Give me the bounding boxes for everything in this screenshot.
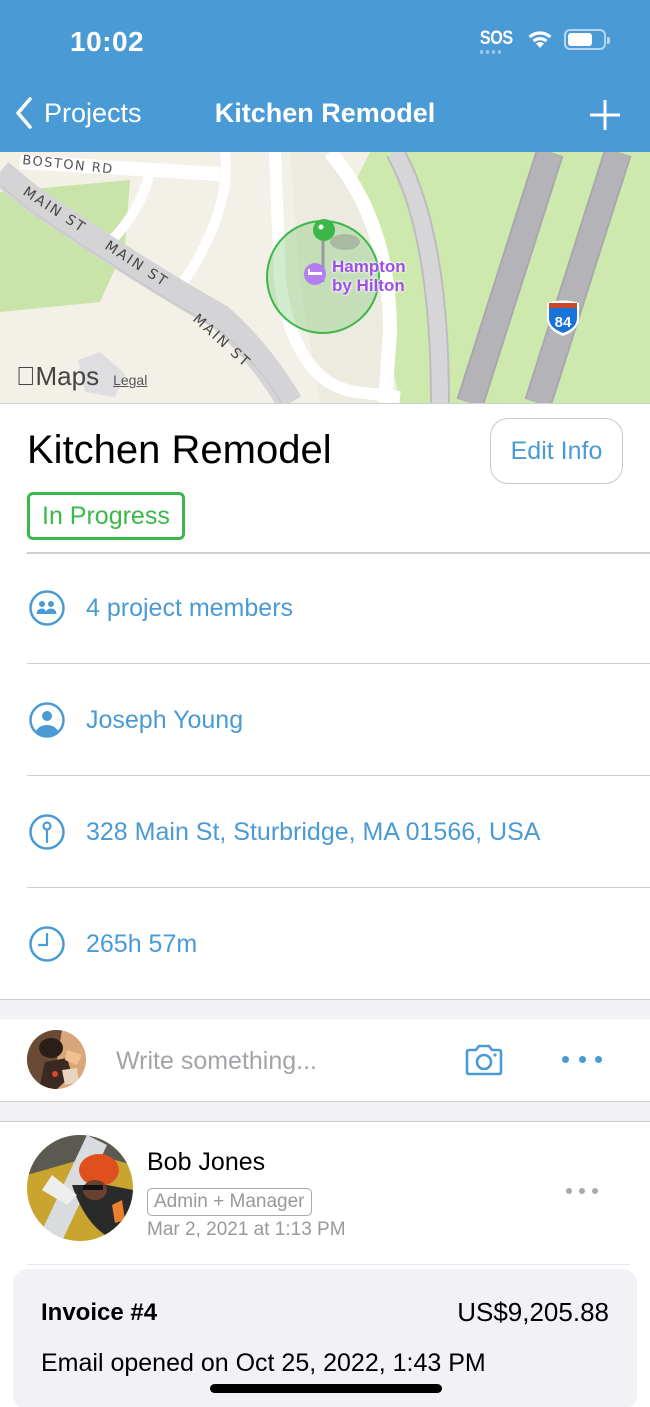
sos-indicator: SOS — [480, 28, 514, 54]
svg-text:84: 84 — [555, 314, 572, 331]
battery-icon — [564, 28, 610, 50]
status-time: 10:02 — [70, 26, 145, 57]
project-title: Kitchen Remodel — [27, 428, 332, 472]
group-icon — [29, 590, 65, 626]
nav-title: Kitchen Remodel — [214, 98, 436, 128]
more-horizontal-icon[interactable] — [566, 1184, 598, 1198]
project-info-list: 4 project members Joseph Young 328 Main … — [0, 552, 650, 1000]
section-separator — [0, 999, 650, 1020]
navigation-header: 10:02 SOS Projects Kitchen Remodel — [0, 0, 650, 152]
more-horizontal-icon[interactable] — [562, 1049, 602, 1069]
feed-post: Bob Jones Admin + Manager Mar 2, 2021 at… — [0, 1122, 650, 1407]
address-text: 328 Main St, Sturbridge, MA 01566, USA — [86, 817, 541, 846]
address-row[interactable]: 328 Main St, Sturbridge, MA 01566, USA — [0, 776, 650, 888]
maps-attribution: Maps Legal — [16, 361, 147, 392]
compose-bar — [0, 1019, 650, 1102]
battery-level — [568, 32, 592, 46]
chevron-left-icon — [16, 97, 32, 129]
section-separator — [0, 1101, 650, 1122]
back-label: Projects — [44, 97, 142, 128]
location-map[interactable]: 84 BOSTON RD MAIN ST MAIN ST MAIN ST Ham… — [0, 152, 650, 403]
camera-icon[interactable] — [464, 1043, 504, 1077]
home-indicator[interactable] — [210, 1384, 442, 1393]
sos-label: SOS — [480, 28, 514, 49]
edit-info-button[interactable]: Edit Info — [490, 418, 623, 484]
back-button[interactable]: Projects — [14, 96, 142, 130]
role-badge: Admin + Manager — [147, 1188, 312, 1216]
post-author: Bob Jones — [147, 1148, 266, 1176]
wifi-icon — [528, 31, 552, 48]
time-text: 265h 57m — [86, 929, 198, 958]
signal-dots — [480, 50, 502, 54]
time-row[interactable]: 265h 57m — [0, 888, 650, 1000]
owner-text: Joseph Young — [86, 705, 244, 734]
plus-icon[interactable] — [590, 100, 620, 130]
compose-input[interactable] — [116, 1041, 436, 1081]
members-row[interactable]: 4 project members — [0, 552, 650, 664]
road-label-boston: BOSTON RD — [22, 153, 115, 178]
project-header: Kitchen Remodel Edit Info In Progress — [0, 403, 650, 553]
invoice-amount: US$9,205.88 — [457, 1297, 609, 1327]
status-badge: In Progress — [27, 492, 185, 540]
apple-logo-icon:  — [16, 361, 36, 391]
clock-icon — [29, 926, 65, 962]
person-icon — [29, 702, 65, 738]
members-text: 4 project members — [86, 593, 294, 622]
divider — [27, 1264, 630, 1265]
status-indicators: SOS — [477, 28, 610, 54]
invoice-status: Email opened on Oct 25, 2022, 1:43 PM — [41, 1349, 486, 1377]
location-pin-icon — [29, 814, 65, 850]
legal-link[interactable]: Legal — [113, 372, 147, 388]
maps-brand: Maps — [16, 361, 99, 391]
map-pin-icon — [313, 219, 335, 241]
author-avatar[interactable] — [27, 1135, 133, 1241]
owner-row[interactable]: Joseph Young — [0, 664, 650, 776]
current-user-avatar — [27, 1030, 86, 1089]
invoice-title: Invoice #4 — [41, 1299, 158, 1326]
post-date: Mar 2, 2021 at 1:13 PM — [147, 1219, 346, 1240]
poi-label[interactable]: Hampton by Hilton — [332, 257, 406, 295]
